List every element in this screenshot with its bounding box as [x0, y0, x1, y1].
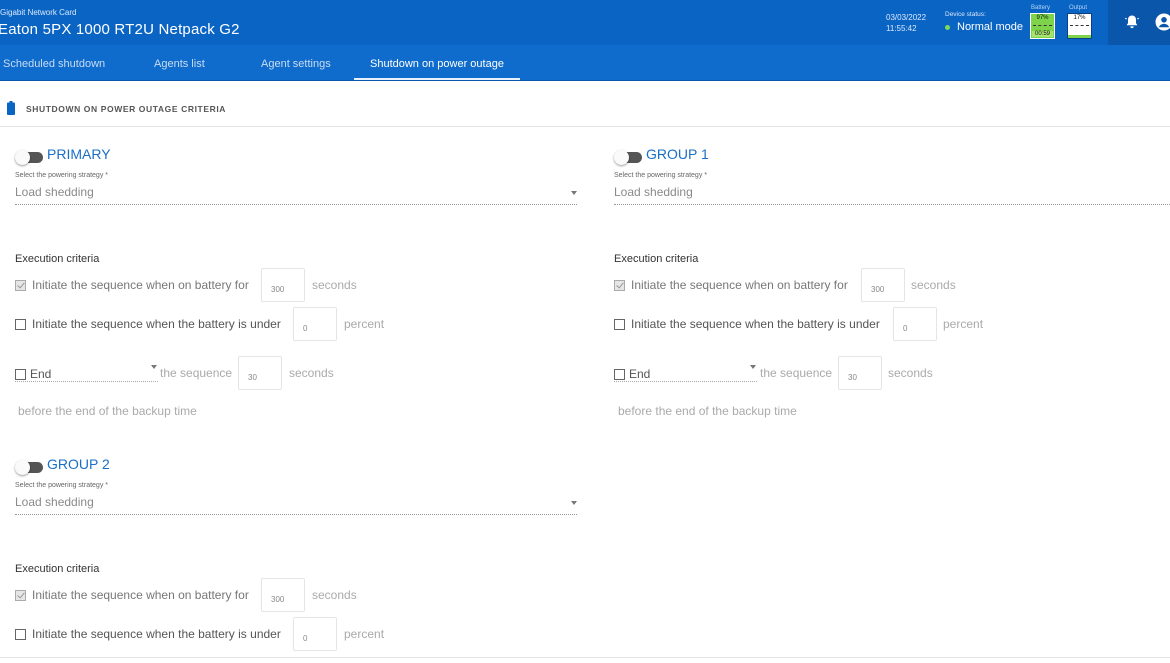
end-sequence-text: the sequence [760, 366, 833, 380]
battery-label: Battery [1031, 5, 1051, 11]
tab-scheduled-shutdown[interactable]: Scheduled shutdown [3, 58, 105, 70]
battery-time-criterion: Initiate the sequence when on battery fo… [614, 268, 1014, 302]
current-time: 11:55:42 [886, 24, 917, 33]
strategy-value: Load shedding [15, 185, 94, 199]
bottom-divider [0, 657, 1170, 658]
battery-icon [7, 101, 15, 115]
battery-time-checkbox[interactable] [15, 280, 26, 291]
caret-down-icon [571, 191, 577, 195]
battery-runtime: 00:59 [1032, 31, 1053, 37]
battery-level-text: Initiate the sequence when the battery i… [32, 317, 281, 331]
tab-bar: Scheduled shutdown Agents list Agent set… [0, 45, 1170, 81]
group-title: GROUP 1 [646, 146, 709, 162]
backup-time-text: before the end of the backup time [618, 404, 797, 418]
battery-level-unit: percent [344, 627, 385, 641]
status-dot-icon [945, 25, 950, 30]
battery-time-criterion: Initiate the sequence when on battery fo… [15, 578, 415, 612]
end-sequence-text: the sequence [160, 366, 233, 380]
end-seconds-unit: seconds [289, 366, 334, 380]
device-status-value: Normal mode [957, 21, 1024, 33]
group-title: PRIMARY [47, 146, 111, 162]
battery-level-checkbox[interactable] [15, 319, 26, 330]
tab-shutdown-on-power-outage[interactable]: Shutdown on power outage [370, 58, 504, 70]
battery-gauge[interactable]: 97% 00:59 [1030, 13, 1055, 39]
date-time: 03/03/2022 11:55:42 [886, 12, 926, 34]
output-gauge[interactable]: 17% [1067, 13, 1092, 39]
battery-level-checkbox[interactable] [15, 629, 26, 640]
battery-level-checkbox[interactable] [614, 319, 625, 330]
battery-time-text: Initiate the sequence when on battery fo… [32, 278, 249, 292]
output-percent: 17% [1073, 15, 1086, 21]
battery-time-checkbox[interactable] [614, 280, 625, 291]
group-1: GROUP 1 Select the powering strategy * L… [614, 146, 1170, 426]
caret-down-icon [571, 501, 577, 505]
battery-percent: 97% [1036, 15, 1049, 21]
battery-time-unit: seconds [911, 278, 956, 292]
caret-down-icon [750, 365, 756, 369]
group-2: GROUP 2 Select the powering strategy * L… [15, 456, 577, 656]
user-icon[interactable] [1155, 13, 1170, 31]
strategy-select[interactable]: Load shedding [614, 183, 1170, 205]
device-status-label: Device status: [945, 11, 986, 18]
battery-time-text: Initiate the sequence when on battery fo… [32, 588, 249, 602]
battery-time-unit: seconds [312, 588, 357, 602]
current-date: 03/03/2022 [886, 13, 927, 22]
battery-level-criterion: Initiate the sequence when the battery i… [15, 616, 435, 651]
battery-level-input[interactable]: 0 [293, 307, 337, 341]
end-seconds-input[interactable]: 30 [238, 356, 282, 390]
battery-level-text: Initiate the sequence when the battery i… [32, 627, 281, 641]
battery-time-input[interactable]: 300 [261, 268, 305, 302]
strategy-label: Select the powering strategy * [614, 172, 707, 179]
active-tab-indicator [354, 78, 520, 80]
end-mode-select[interactable]: End [614, 362, 757, 382]
strategy-value: Load shedding [614, 185, 693, 199]
group-1-toggle[interactable] [614, 150, 642, 165]
execution-criteria-title: Execution criteria [15, 253, 100, 265]
end-text: End [629, 367, 651, 381]
battery-level-text: Initiate the sequence when the battery i… [631, 317, 880, 331]
battery-level-criterion: Initiate the sequence when the battery i… [15, 306, 435, 341]
battery-time-input[interactable]: 300 [261, 578, 305, 612]
caret-down-icon [151, 365, 157, 369]
section-header: SHUTDOWN ON POWER OUTAGE CRITERIA [0, 81, 1170, 127]
tab-agent-settings[interactable]: Agent settings [261, 58, 331, 70]
battery-level-unit: percent [943, 317, 984, 331]
section-title: SHUTDOWN ON POWER OUTAGE CRITERIA [26, 104, 227, 114]
end-seconds-input[interactable]: 30 [838, 356, 882, 390]
bell-icon[interactable] [1124, 14, 1140, 30]
strategy-select[interactable]: Load shedding [15, 183, 577, 205]
end-text: End [30, 367, 52, 381]
strategy-label: Select the powering strategy * [15, 482, 108, 489]
group-primary: PRIMARY Select the powering strategy * L… [15, 146, 577, 426]
end-seconds-unit: seconds [888, 366, 933, 380]
battery-time-text: Initiate the sequence when on battery fo… [631, 278, 848, 292]
end-sequence-criterion: End the sequence 30 seconds [15, 355, 435, 390]
output-label: Output [1069, 5, 1088, 11]
battery-level-input[interactable]: 0 [893, 307, 937, 341]
end-mode-select[interactable]: End [15, 362, 158, 382]
execution-criteria-title: Execution criteria [15, 563, 100, 575]
battery-time-input[interactable]: 300 [861, 268, 905, 302]
device-name: Eaton 5PX 1000 RT2U Netpack G2 [0, 21, 240, 38]
tab-agents-list[interactable]: Agents list [154, 58, 205, 70]
group-2-toggle[interactable] [15, 460, 43, 475]
battery-level-input[interactable]: 0 [293, 617, 337, 651]
battery-time-checkbox[interactable] [15, 590, 26, 601]
battery-time-unit: seconds [312, 278, 357, 292]
strategy-value: Load shedding [15, 495, 94, 509]
battery-level-criterion: Initiate the sequence when the battery i… [614, 306, 1034, 341]
primary-toggle[interactable] [15, 150, 43, 165]
battery-time-criterion: Initiate the sequence when on battery fo… [15, 268, 415, 302]
top-header: Gigabit Network Card Eaton 5PX 1000 RT2U… [0, 0, 1170, 45]
backup-time-text: before the end of the backup time [18, 404, 197, 418]
group-title: GROUP 2 [47, 456, 110, 472]
card-name: Gigabit Network Card [0, 8, 77, 17]
battery-level-unit: percent [344, 317, 385, 331]
strategy-label: Select the powering strategy * [15, 172, 108, 179]
execution-criteria-title: Execution criteria [614, 253, 699, 265]
end-sequence-criterion: End the sequence 30 seconds [614, 355, 1034, 390]
strategy-select[interactable]: Load shedding [15, 493, 577, 515]
